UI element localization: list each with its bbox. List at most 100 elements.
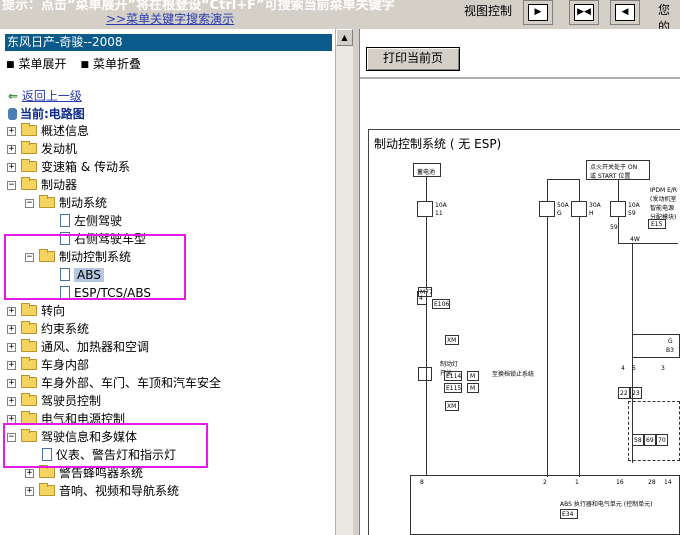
expand-icon[interactable]: + xyxy=(7,361,16,370)
tree-item[interactable]: + 发动机 xyxy=(7,140,77,158)
tree-item[interactable]: + 通风、加热器和空调 xyxy=(7,338,149,356)
fuse-amp: 50A xyxy=(557,202,569,209)
tree-item[interactable]: + 音响、视频和导航系统 xyxy=(25,482,179,500)
expand-icon[interactable]: + xyxy=(7,163,16,172)
view-split-button[interactable]: ▶◀ xyxy=(569,0,599,25)
wire xyxy=(579,179,580,201)
expand-icon[interactable]: + xyxy=(25,469,34,478)
module-label: G xyxy=(668,338,673,345)
connector-label: M xyxy=(470,385,476,392)
expand-icon[interactable]: + xyxy=(7,127,16,136)
tree-item-label: 车身外部、车门、车顶和汽车安全 xyxy=(41,376,222,390)
fuse-box xyxy=(571,201,587,217)
pin-label: 70 xyxy=(658,437,666,444)
tree-item-label: 概述信息 xyxy=(41,124,90,138)
tree-item-label: 变速箱 & 传动系 xyxy=(41,160,130,174)
menu-collapse-option[interactable]: ■ 菜单折叠 xyxy=(81,55,142,72)
expand-icon[interactable]: + xyxy=(7,397,16,406)
tree-item-label: 发动机 xyxy=(41,142,78,156)
pin-label: 8 xyxy=(420,479,424,486)
connector-label: XM xyxy=(447,337,457,344)
expand-icon[interactable]: + xyxy=(7,379,16,388)
pin-label: 5 xyxy=(632,365,636,372)
search-demo-link[interactable]: >>菜单关键字搜索演示 xyxy=(106,10,234,27)
battery-label: 蓄电池 xyxy=(417,169,436,176)
tree-item-label: 警告蜂鸣器系统 xyxy=(59,466,144,480)
expand-icon[interactable]: + xyxy=(7,343,16,352)
tree-item-label: 制动器 xyxy=(41,178,78,192)
ipdm-label: IPDM E/R (发动机室 智能电源 分配模块) xyxy=(650,187,678,221)
open-folder-icon xyxy=(21,177,37,190)
pin-label: 69 xyxy=(646,437,654,444)
ignition-label: 点火开关处于 ON 或 START 位置 xyxy=(590,164,638,180)
wire-label: 4W xyxy=(630,236,640,243)
document-icon xyxy=(60,214,70,227)
connector-label: XM xyxy=(447,403,457,410)
scroll-up-icon[interactable]: ▲ xyxy=(336,29,353,46)
collapse-icon[interactable]: − xyxy=(7,181,16,190)
interlock-label: 至换档锁止系统 xyxy=(492,371,535,378)
pin-label: 1 xyxy=(575,479,579,486)
back-link-row: ⇐ 返回上一级 xyxy=(8,87,82,104)
folder-icon xyxy=(39,465,55,478)
folder-icon xyxy=(21,159,37,172)
connector-label: B3 xyxy=(666,347,674,354)
pin-label: 23 xyxy=(632,390,640,397)
tree-item[interactable]: + 变速箱 & 传动系 xyxy=(7,158,130,176)
left-arrow-icon: ◀ xyxy=(615,4,635,21)
collapse-arrows-icon: ▶◀ xyxy=(574,4,594,21)
tree-item[interactable]: + 驾驶员控制 xyxy=(7,392,101,410)
tree-item-label: 车身内部 xyxy=(41,358,90,372)
scroll-track[interactable] xyxy=(336,46,353,535)
expand-icon[interactable]: + xyxy=(7,145,16,154)
tree-item[interactable]: 左侧驾驶 xyxy=(60,212,122,230)
wire xyxy=(547,217,548,477)
connector-label: E115 xyxy=(446,385,462,392)
top-toolbar: 提示：点击“菜单展开”将在根登设“Ctrl+F”可搜索当前菜单关键字 >>菜单关… xyxy=(0,0,680,29)
pane-title: 东风日产-奇骏--2008 xyxy=(5,34,332,51)
back-link[interactable]: 返回上一级 xyxy=(22,89,82,103)
print-button[interactable]: 打印当前页 xyxy=(366,47,460,71)
view-control-label: 视图控制 xyxy=(464,4,513,18)
collapse-icon[interactable]: − xyxy=(25,199,34,208)
view-right-button[interactable]: ▶ xyxy=(523,0,553,25)
fuse-number: G xyxy=(557,210,562,217)
tree-item-label: 约束系统 xyxy=(41,322,90,336)
fuse-box xyxy=(539,201,555,217)
abs-unit-label: ABS 执行器和电气单元 (控制单元) xyxy=(560,501,653,508)
expand-icon[interactable]: + xyxy=(25,487,34,496)
pin-label: 28 xyxy=(648,479,656,486)
switch-box xyxy=(418,367,432,381)
current-location: 当前:电路图 xyxy=(8,105,85,122)
tree-item[interactable]: + 概述信息 xyxy=(7,122,89,140)
pin-label: 58 xyxy=(634,437,642,444)
wire xyxy=(618,180,619,201)
wire xyxy=(618,217,619,243)
folder-icon xyxy=(21,375,37,388)
expand-icon[interactable]: + xyxy=(7,307,16,316)
tree-item[interactable]: + 转向 xyxy=(7,302,65,320)
pin-label: 4 xyxy=(419,295,423,302)
tree-item-label: 左侧驾驶 xyxy=(74,214,123,228)
pin-label: 14 xyxy=(664,479,672,486)
fuse-number: 11 xyxy=(435,210,443,217)
frame-divider[interactable] xyxy=(353,29,360,535)
vertical-scrollbar[interactable]: ▲ xyxy=(335,29,353,535)
current-label: 当前:电路图 xyxy=(20,107,85,121)
tree-item[interactable]: − 制动器 xyxy=(7,176,77,194)
fuse-number: 59 xyxy=(628,210,636,217)
back-arrow-icon: ⇐ xyxy=(8,89,19,103)
tree-item[interactable]: + 车身内部 xyxy=(7,356,89,374)
tree-item-label: 驾驶员控制 xyxy=(41,394,102,408)
tree-item[interactable]: + 约束系统 xyxy=(7,320,89,338)
view-left-button[interactable]: ◀ xyxy=(610,0,640,25)
tree-item-label: 制动系统 xyxy=(59,196,108,210)
pin-label: 16 xyxy=(616,479,624,486)
tree-item[interactable]: + 车身外部、车门、车顶和汽车安全 xyxy=(7,374,221,392)
expand-icon[interactable]: + xyxy=(7,325,16,334)
diagram-title: 制动控制系统 ( 无 ESP) xyxy=(374,137,502,151)
menu-expand-option[interactable]: ■ 菜单展开 xyxy=(6,55,67,72)
tree-item[interactable]: − 制动系统 xyxy=(25,194,107,212)
connector-label: E114 xyxy=(446,373,462,380)
right-arrow-icon: ▶ xyxy=(528,4,548,21)
